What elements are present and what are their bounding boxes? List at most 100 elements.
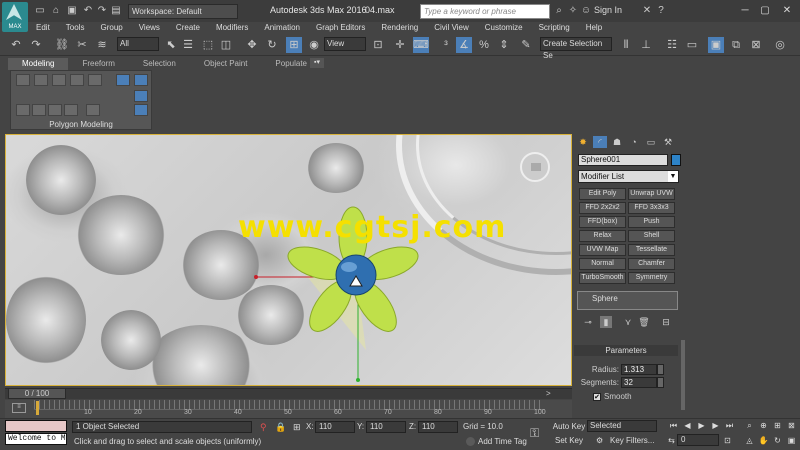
menu-scripting[interactable]: Scripting [531, 22, 578, 34]
sign-in-link[interactable]: Sign In [594, 5, 622, 15]
configure-sets-icon[interactable]: ⊟ [660, 316, 672, 328]
time-config-icon[interactable]: ⊡ [722, 435, 733, 446]
segments-field[interactable]: 32 [621, 377, 657, 388]
set-key-button[interactable]: Set Key [552, 435, 586, 447]
modifier-button-ffd-box-[interactable]: FFD(box) [579, 216, 626, 228]
ribbon-tab-object-paint[interactable]: Object Paint [190, 58, 262, 70]
hierarchy-tab-icon[interactable]: ☗ [610, 136, 624, 148]
spinner-snap-icon[interactable]: ⇕ [496, 37, 512, 53]
modifier-button-edit-poly[interactable]: Edit Poly [579, 188, 626, 200]
modifier-button-uvw-map[interactable]: UVW Map [579, 244, 626, 256]
polygon-modeling-label[interactable]: Polygon Modeling [10, 120, 152, 129]
menu-civil-view[interactable]: Civil View [426, 22, 477, 34]
modifier-button-tessellate[interactable]: Tessellate [628, 244, 675, 256]
modifier-button-ffd-3x3x3[interactable]: FFD 3x3x3 [628, 202, 675, 214]
modifier-list-dropdown[interactable]: Modifier List [578, 170, 679, 183]
curve-editor-icon[interactable]: ▣ [708, 37, 724, 53]
app-logo-button[interactable]: MAX [2, 2, 28, 32]
ribbon-border-icon[interactable] [52, 74, 66, 86]
create-tab-icon[interactable]: ✸ [576, 136, 590, 148]
pin-stack-icon[interactable]: ⊸ [582, 316, 594, 328]
exchange-icon[interactable]: ✕ [641, 5, 653, 17]
show-end-result-icon[interactable]: ▮ [600, 316, 612, 328]
menu-edit[interactable]: Edit [28, 22, 58, 34]
ribbon-options-icon[interactable]: ▪▾ [310, 58, 324, 68]
search-input[interactable]: Type a keyword or phrase [420, 4, 550, 19]
isolate-icon[interactable]: ⚲ [260, 422, 267, 433]
display-tab-icon[interactable]: ▭ [644, 136, 658, 148]
menu-rendering[interactable]: Rendering [373, 22, 426, 34]
redo-icon[interactable]: ↷ [96, 5, 108, 17]
menu-modifiers[interactable]: Modifiers [208, 22, 256, 34]
make-unique-icon[interactable]: ⋎ [622, 316, 634, 328]
selection-filter-dropdown[interactable]: All [117, 37, 159, 51]
help-icon[interactable]: ? [655, 5, 667, 17]
ribbon-stack-icon[interactable] [134, 90, 148, 102]
filter-icon[interactable]: ⚙ [596, 436, 603, 445]
reference-coordinate-dropdown[interactable]: View [324, 37, 366, 51]
maximize-button[interactable]: ▢ [755, 3, 775, 19]
menu-tools[interactable]: Tools [58, 22, 93, 34]
zoom-extents-all-icon[interactable]: ⊠ [786, 420, 797, 431]
utilities-tab-icon[interactable]: ⚒ [661, 136, 675, 148]
modifier-button-normal[interactable]: Normal [579, 258, 626, 270]
auto-key-button[interactable]: Auto Key [552, 421, 586, 433]
select-manipulate-icon[interactable]: ✛ [392, 37, 408, 53]
next-frame-icon[interactable]: ▶ [710, 420, 721, 431]
modifier-button-chamfer[interactable]: Chamfer [628, 258, 675, 270]
save-icon[interactable]: ▣ [66, 5, 78, 17]
key-icon[interactable]: ⚿ [530, 426, 548, 440]
slider-next-icon[interactable]: > [546, 389, 556, 398]
undo-icon[interactable]: ↶ [82, 5, 94, 17]
edit-named-selection-icon[interactable]: ✎ [518, 37, 534, 53]
mirror-icon[interactable]: ⫴ [618, 37, 634, 53]
minimize-button[interactable]: ─ [735, 3, 755, 19]
infocenter-icon[interactable]: ✧ [567, 5, 579, 17]
new-file-icon[interactable]: ▭ [34, 5, 46, 17]
maxscript-welcome[interactable]: Welcome to M [5, 433, 67, 445]
menu-graph-editors[interactable]: Graph Editors [308, 22, 373, 34]
parameters-rollout-header[interactable]: Parameters [574, 345, 678, 356]
menu-group[interactable]: Group [92, 22, 130, 34]
ribbon-tool-icon[interactable] [32, 104, 46, 116]
move-icon[interactable]: ✥ [244, 37, 260, 53]
toggle-ribbon-icon[interactable]: ▭ [684, 37, 700, 53]
menu-customize[interactable]: Customize [477, 22, 531, 34]
ribbon-tab-selection[interactable]: Selection [129, 58, 190, 70]
open-file-icon[interactable]: ⌂ [50, 5, 62, 17]
time-tag-icon[interactable] [466, 437, 475, 446]
perspective-viewport[interactable] [5, 134, 572, 386]
current-frame-field[interactable]: 0 [677, 434, 719, 446]
maximize-viewport-icon[interactable]: ▣ [786, 435, 797, 446]
orbit-icon[interactable]: ↻ [772, 435, 783, 446]
object-name-field[interactable]: Sphere001 [578, 154, 668, 166]
absolute-mode-icon[interactable]: ⊞ [293, 422, 301, 433]
object-color-swatch[interactable] [671, 154, 681, 166]
user-icon[interactable]: ☺ [580, 5, 592, 17]
select-object-icon[interactable]: ⬉ [163, 37, 179, 53]
chevron-down-icon[interactable]: ▼ [668, 171, 678, 182]
search-icon[interactable]: ⌕ [553, 5, 565, 17]
modifier-button-turbosmooth[interactable]: TurboSmooth [579, 272, 626, 284]
add-time-tag[interactable]: Add Time Tag [478, 437, 527, 446]
ribbon-tab-modeling[interactable]: Modeling [8, 58, 69, 70]
menu-help[interactable]: Help [578, 22, 610, 34]
smooth-checkbox[interactable]: ✔ [593, 393, 601, 401]
mini-curve-editor-icon[interactable]: ≡ [12, 403, 26, 413]
time-slider-thumb[interactable]: 0 / 100 [8, 388, 66, 399]
select-by-name-icon[interactable]: ☰ [180, 37, 196, 53]
workspace-dropdown[interactable]: Workspace: Default [128, 4, 238, 19]
maxscript-listener[interactable] [5, 420, 67, 432]
modify-tab-icon[interactable]: ◜ [593, 136, 607, 148]
link-icon[interactable]: ⛓ [54, 37, 70, 53]
undo-icon[interactable]: ↶ [8, 37, 24, 53]
menu-create[interactable]: Create [168, 22, 208, 34]
ribbon-tab-freeform[interactable]: Freeform [68, 58, 128, 70]
play-icon[interactable]: ▶ [696, 420, 707, 431]
ribbon-element-icon[interactable] [88, 74, 102, 86]
x-coordinate-field[interactable]: 110 [315, 421, 355, 433]
project-folder-icon[interactable]: ▤ [110, 5, 122, 17]
align-icon[interactable]: ⊥ [638, 37, 654, 53]
ribbon-tool-icon[interactable] [86, 104, 100, 116]
menu-views[interactable]: Views [131, 22, 168, 34]
